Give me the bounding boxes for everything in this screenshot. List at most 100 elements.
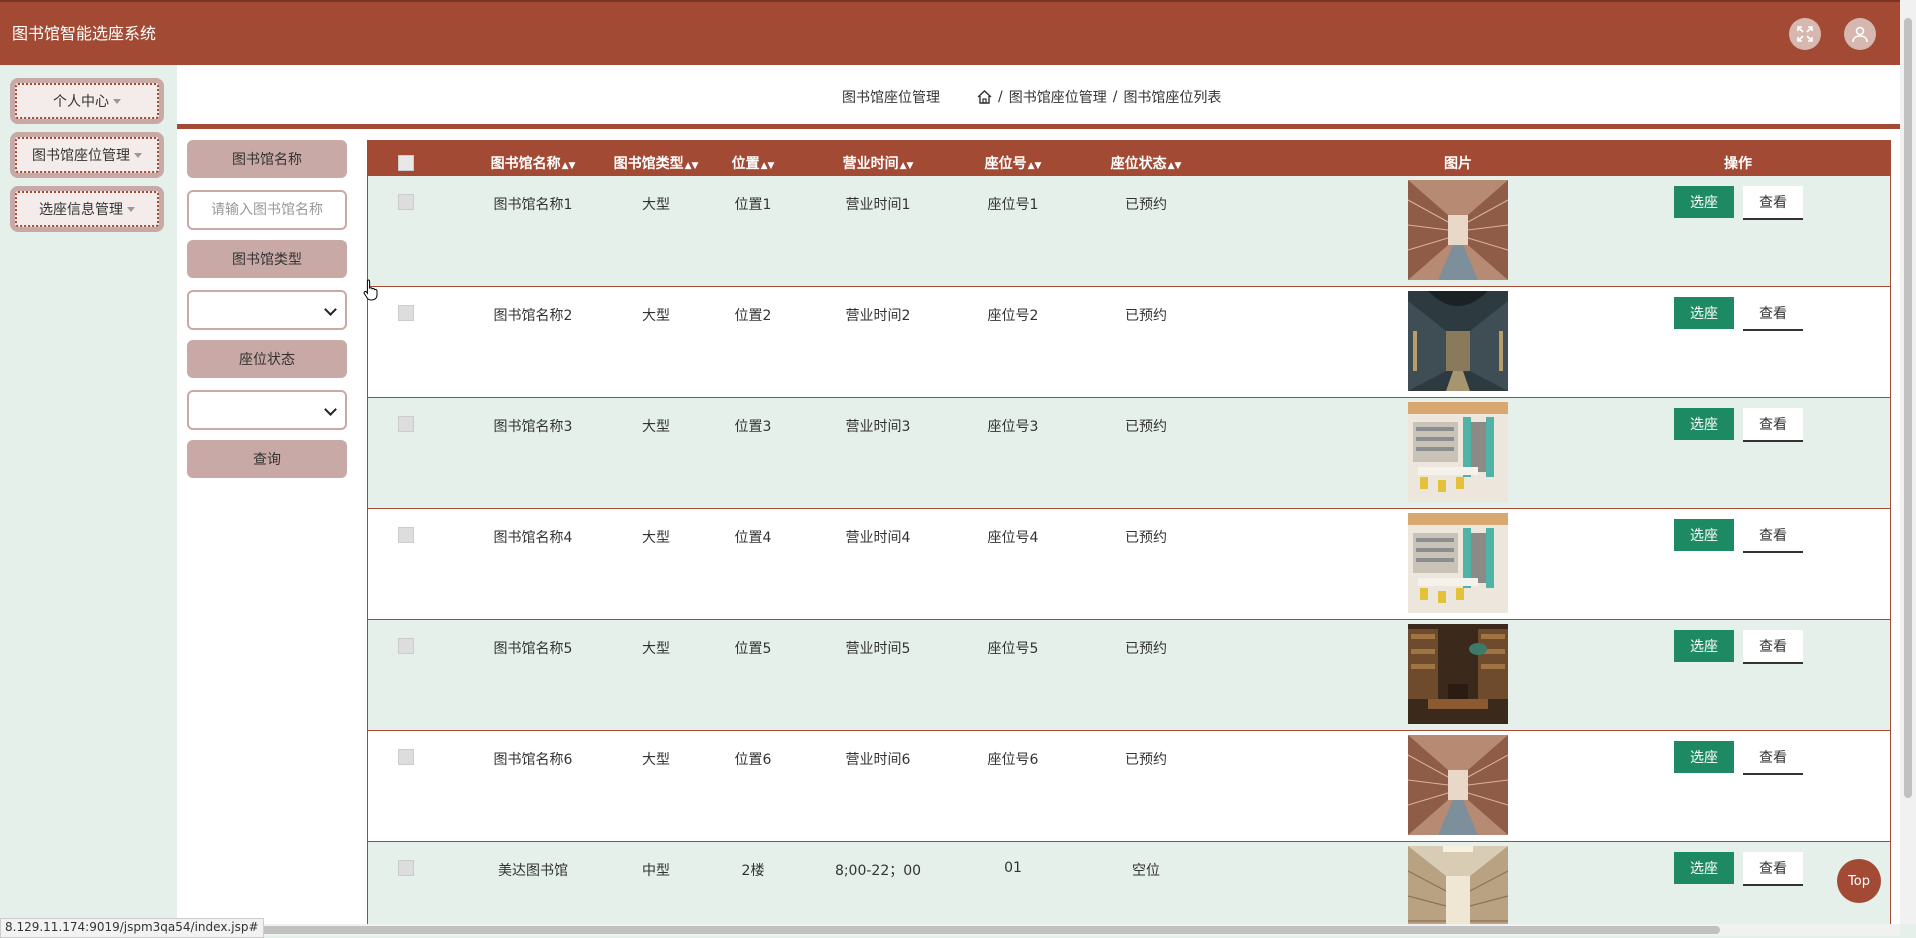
header-seat-number[interactable]: 座位号▲▼ [963, 153, 1063, 173]
select-seat-button[interactable]: 选座 [1674, 408, 1734, 440]
select-seat-button[interactable]: 选座 [1674, 186, 1734, 218]
breadcrumb-sep: / [998, 89, 1003, 105]
sort-icon: ▲▼ [1167, 161, 1182, 171]
library-type-select[interactable] [187, 290, 347, 330]
select-seat-button[interactable]: 选座 [1674, 852, 1734, 884]
cell-seat-status: 已预约 [1125, 530, 1167, 546]
cell-seat-status: 已预约 [1125, 308, 1167, 324]
select-seat-button[interactable]: 选座 [1674, 297, 1734, 329]
select-seat-button[interactable]: 选座 [1674, 519, 1734, 551]
cell-seat-status: 已预约 [1125, 752, 1167, 768]
user-avatar-icon[interactable] [1844, 18, 1876, 50]
table-row: 图书馆名称4 大型 位置4 营业时间4 座位号4 已预约 选座 查看 [368, 509, 1890, 620]
library-photo [1407, 180, 1509, 280]
row-checkbox[interactable] [398, 305, 414, 321]
cell-library-name: 图书馆名称6 [493, 752, 573, 768]
back-to-top-button[interactable]: Top [1837, 859, 1881, 903]
home-icon[interactable] [977, 90, 992, 104]
table-row: 图书馆名称6 大型 位置6 营业时间6 座位号6 已预约 选座 查看 [368, 731, 1890, 842]
library-name-input[interactable] [187, 190, 347, 230]
view-button[interactable]: 查看 [1743, 519, 1803, 553]
library-photo [1408, 513, 1508, 613]
sort-icon: ▲▼ [1027, 161, 1042, 171]
row-checkbox[interactable] [398, 416, 414, 432]
header-image: 图片 [1444, 156, 1472, 172]
view-button[interactable]: 查看 [1743, 741, 1803, 775]
breadcrumb-sep: / [1112, 89, 1118, 105]
fullscreen-icon[interactable] [1789, 18, 1821, 50]
cell-library-type: 中型 [642, 863, 670, 879]
table-row: 图书馆名称2 大型 位置2 营业时间2 座位号2 已预约 选座 查看 [368, 287, 1890, 398]
cell-library-type: 大型 [642, 419, 670, 435]
cell-library-name: 图书馆名称1 [493, 197, 573, 213]
view-button[interactable]: 查看 [1743, 186, 1803, 220]
sidebar-item-personal-center[interactable]: 个人中心 [10, 78, 164, 124]
cell-library-type: 大型 [642, 641, 670, 657]
sort-icon: ▲▼ [684, 161, 699, 171]
cell-location: 位置3 [734, 419, 772, 435]
cell-hours: 营业时间1 [845, 197, 911, 213]
header-location[interactable]: 位置▲▼ [713, 153, 793, 173]
select-seat-button[interactable]: 选座 [1674, 741, 1734, 773]
cell-hours: 8;00-22；00 [834, 863, 922, 879]
horizontal-scrollbar[interactable] [0, 924, 1900, 936]
row-checkbox[interactable] [398, 860, 414, 876]
view-button[interactable]: 查看 [1743, 630, 1803, 664]
library-photo [1407, 735, 1509, 835]
vertical-scrollbar[interactable] [1900, 0, 1916, 924]
select-seat-button[interactable]: 选座 [1674, 630, 1734, 662]
seat-status-select[interactable] [187, 390, 347, 430]
library-photo [1408, 291, 1508, 391]
cell-seat-number: 01 [1004, 860, 1022, 876]
query-button[interactable]: 查询 [187, 440, 347, 478]
cell-seat-status: 已预约 [1125, 419, 1167, 435]
table-row: 图书馆名称1 大型 位置1 营业时间1 座位号1 已预约 选座 查看 [368, 176, 1890, 287]
cell-library-type: 大型 [642, 308, 670, 324]
select-all-checkbox[interactable] [398, 155, 414, 171]
view-button[interactable]: 查看 [1743, 408, 1803, 442]
cell-seat-status: 已预约 [1125, 641, 1167, 657]
cell-seat-number: 座位号5 [987, 641, 1039, 657]
sidebar-item-seat-management[interactable]: 图书馆座位管理 [10, 132, 164, 178]
top-bar: 图书馆智能选座系统 [0, 0, 1900, 65]
caret-down-icon [134, 152, 142, 158]
sort-icon: ▲▼ [760, 161, 775, 171]
sidebar-item-label: 图书馆座位管理 [32, 148, 130, 164]
header-seat-status[interactable]: 座位状态▲▼ [1086, 153, 1206, 173]
table-row: 美达图书馆 中型 2楼 8;00-22；00 01 空位 选座 查看 [368, 842, 1890, 924]
sidebar: 个人中心 图书馆座位管理 选座信息管理 [0, 65, 177, 936]
row-checkbox[interactable] [398, 638, 414, 654]
cell-seat-number: 座位号3 [987, 419, 1039, 435]
cell-library-name: 图书馆名称3 [493, 419, 573, 435]
row-checkbox[interactable] [398, 527, 414, 543]
cell-location: 位置2 [734, 308, 772, 324]
cell-location: 位置4 [734, 530, 772, 546]
cell-hours: 营业时间4 [845, 530, 911, 546]
row-checkbox[interactable] [398, 749, 414, 765]
chevron-down-icon [324, 403, 337, 416]
table-row: 图书馆名称3 大型 位置3 营业时间3 座位号3 已预约 选座 查看 [368, 398, 1890, 509]
cell-library-name: 图书馆名称5 [493, 641, 573, 657]
status-url: 8.129.11.174:9019/jspm3qa54/index.jsp# [0, 918, 264, 938]
breadcrumb-current: 图书馆座位列表 [1123, 90, 1222, 106]
cell-hours: 营业时间6 [845, 752, 911, 768]
cell-seat-status: 已预约 [1125, 197, 1167, 213]
caret-down-icon [113, 98, 121, 104]
header-library-type[interactable]: 图书馆类型▲▼ [596, 153, 716, 173]
header-hours[interactable]: 营业时间▲▼ [818, 153, 938, 173]
cell-seat-number: 座位号6 [987, 752, 1039, 768]
header-actions: 操作 [1724, 156, 1752, 172]
mouse-cursor-icon [363, 279, 378, 301]
view-button[interactable]: 查看 [1743, 852, 1803, 886]
chevron-down-icon [324, 303, 337, 316]
cell-location: 位置1 [734, 197, 772, 213]
cell-hours: 营业时间3 [845, 419, 911, 435]
breadcrumb-link[interactable]: 图书馆座位管理 [1009, 87, 1107, 107]
library-type-label: 图书馆类型 [187, 240, 347, 278]
header-library-name[interactable]: 图书馆名称▲▼ [473, 153, 593, 173]
cell-location: 位置5 [734, 641, 772, 657]
cell-seat-number: 座位号4 [987, 530, 1039, 546]
sidebar-item-selection-info[interactable]: 选座信息管理 [10, 186, 164, 232]
view-button[interactable]: 查看 [1743, 297, 1803, 331]
row-checkbox[interactable] [398, 194, 414, 210]
